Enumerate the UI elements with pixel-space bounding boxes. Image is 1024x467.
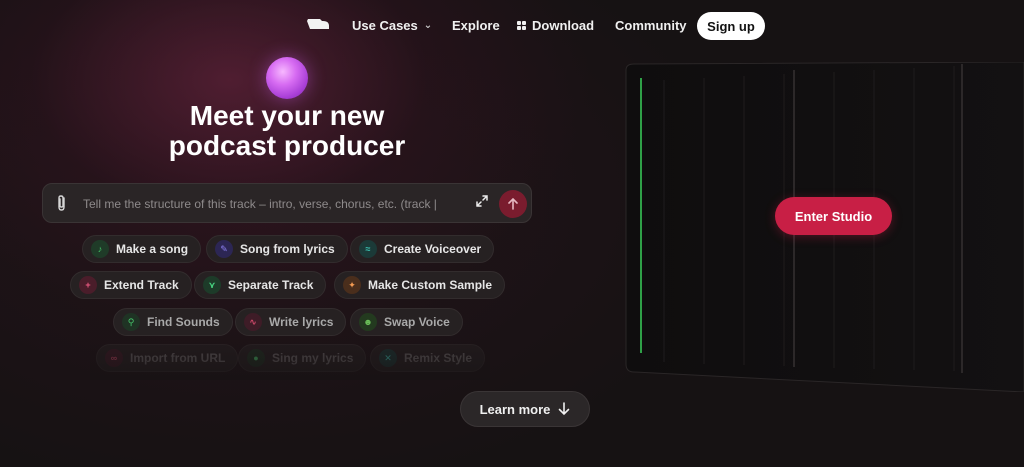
nav-download-label: Download xyxy=(532,18,595,33)
expand-icon[interactable] xyxy=(473,194,491,212)
chip-sing-my-lyrics[interactable]: ● Sing my lyrics xyxy=(238,344,367,372)
music-note-icon: ♪ xyxy=(91,240,109,258)
nav-use-cases[interactable]: Use Cases ⌄ xyxy=(352,18,432,33)
chip-remix-style[interactable]: ✕ Remix Style xyxy=(370,344,486,372)
chip-label: Make Custom Sample xyxy=(368,278,493,292)
paperclip-icon[interactable] xyxy=(55,194,71,214)
chip-label: Create Voiceover xyxy=(384,242,482,256)
send-button[interactable] xyxy=(499,190,527,218)
nav-community-label: Community xyxy=(615,18,687,33)
chevron-down-icon: ⌄ xyxy=(423,20,433,31)
chip-make-custom-sample[interactable]: ✦ Make Custom Sample xyxy=(334,271,506,299)
prompt-input[interactable] xyxy=(83,192,453,216)
headline-line-2: podcast producer xyxy=(168,130,406,161)
chip-label: Separate Track xyxy=(228,278,314,292)
extend-icon: + xyxy=(79,276,97,294)
nav-explore[interactable]: Explore xyxy=(452,18,500,33)
search-icon: ⚲ xyxy=(122,313,140,331)
chip-extend-track[interactable]: + Extend Track xyxy=(70,271,192,299)
chip-label: Find Sounds xyxy=(147,315,220,329)
page-title: Meet your new podcast producer xyxy=(110,101,464,161)
separate-icon: ⋎ xyxy=(203,276,221,294)
chip-label: Remix Style xyxy=(404,351,473,365)
lyrics-icon: ✎ xyxy=(215,240,233,258)
mic-icon: ● xyxy=(247,349,265,367)
chip-label: Sing my lyrics xyxy=(272,351,354,365)
sparkle-icon: ✦ xyxy=(343,276,361,294)
boat-logo-icon[interactable] xyxy=(306,18,330,32)
nav-community[interactable]: Community xyxy=(615,18,687,33)
remix-icon: ✕ xyxy=(379,349,397,367)
chip-import-from-url[interactable]: ∞ Import from URL xyxy=(96,344,239,372)
chip-label: Song from lyrics xyxy=(240,242,335,256)
signup-button[interactable]: Sign up xyxy=(697,12,765,40)
chip-song-from-lyrics[interactable]: ✎ Song from lyrics xyxy=(206,235,348,263)
link-icon: ∞ xyxy=(105,349,123,367)
chip-label: Make a song xyxy=(116,242,189,256)
voiceover-icon: ≈ xyxy=(359,240,377,258)
enter-studio-button[interactable]: Enter Studio xyxy=(775,197,892,235)
ai-orb-icon xyxy=(266,57,308,99)
chip-label: Write lyrics xyxy=(269,315,334,329)
chip-find-sounds[interactable]: ⚲ Find Sounds xyxy=(113,308,233,336)
learn-more-button[interactable]: Learn more xyxy=(460,391,590,427)
pen-icon: ∿ xyxy=(244,313,262,331)
user-swap-icon: ☻ xyxy=(359,313,377,331)
chip-write-lyrics[interactable]: ∿ Write lyrics xyxy=(235,308,347,336)
top-nav: Use Cases ⌄ Explore Download Community S… xyxy=(0,12,1024,40)
nav-explore-label: Explore xyxy=(452,18,500,33)
chip-separate-track[interactable]: ⋎ Separate Track xyxy=(194,271,327,299)
nav-use-cases-label: Use Cases xyxy=(352,18,418,33)
chip-label: Import from URL xyxy=(130,351,226,365)
arrow-up-icon xyxy=(508,198,518,210)
chip-label: Extend Track xyxy=(104,278,179,292)
arrow-down-icon xyxy=(559,402,570,416)
chip-swap-voice[interactable]: ☻ Swap Voice xyxy=(350,308,463,336)
prompt-box xyxy=(42,183,532,223)
headline-line-1: Meet your new xyxy=(189,100,385,131)
learn-more-label: Learn more xyxy=(479,401,551,417)
nav-download[interactable]: Download xyxy=(517,18,594,33)
windows-icon xyxy=(517,21,526,30)
chip-make-a-song[interactable]: ♪ Make a song xyxy=(82,235,202,263)
chip-label: Swap Voice xyxy=(384,315,450,329)
chip-create-voiceover[interactable]: ≈ Create Voiceover xyxy=(350,235,495,263)
